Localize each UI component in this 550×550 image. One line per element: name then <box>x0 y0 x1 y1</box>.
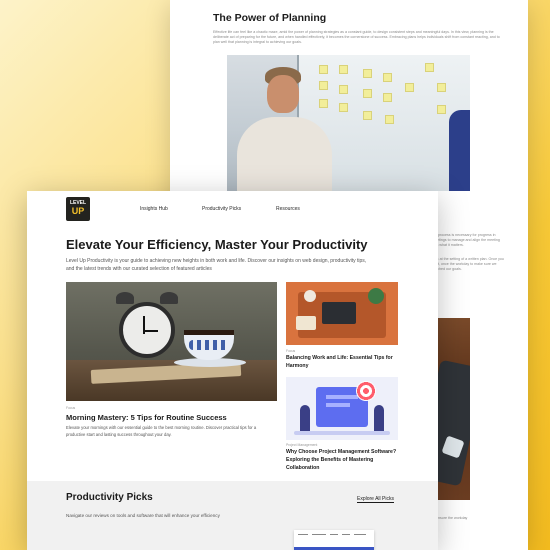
clock-bell <box>116 292 134 304</box>
picks-description: Navigate our reviews on tools and softwa… <box>66 513 220 518</box>
target-icon <box>356 381 376 401</box>
planning-photo <box>227 55 470 191</box>
side-article-title-1[interactable]: Balancing Work and Life: Essential Tips … <box>286 354 401 370</box>
clock-bell <box>160 292 178 304</box>
laptop-shape <box>438 359 470 487</box>
side-article-title-2[interactable]: Why Choose Project Management Software? … <box>286 448 401 472</box>
sticky-note <box>363 111 372 120</box>
nav-productivity-picks[interactable]: Productivity Picks <box>202 206 241 212</box>
featured-title[interactable]: Morning Mastery: 5 Tips for Routine Succ… <box>66 413 227 422</box>
side-article-category-2: Project Management <box>286 443 318 447</box>
person-figure <box>237 117 332 191</box>
sticky-note <box>363 69 372 78</box>
person-head <box>267 75 299 113</box>
sticky-note <box>339 103 348 112</box>
back-article-title: The Power of Planning <box>213 12 327 24</box>
laptop-photo <box>438 318 470 500</box>
person-figure <box>374 405 384 431</box>
cup-pattern <box>189 340 229 350</box>
mug-shape <box>304 290 316 302</box>
sticky-note <box>405 83 414 92</box>
preview-line <box>330 534 338 535</box>
explore-all-picks-link[interactable]: Explore All Picks <box>357 496 394 503</box>
clock-hand <box>144 330 158 332</box>
featured-description: Elevate your mornings with our essential… <box>66 425 257 437</box>
sticky-note <box>437 83 446 92</box>
plant-shape <box>368 288 384 304</box>
sticky-note <box>339 85 348 94</box>
side-article-image-2[interactable] <box>286 377 398 440</box>
back-side-text: to ensure the workday <box>432 516 468 520</box>
picks-title: Productivity Picks <box>66 492 153 503</box>
notebook-shape <box>296 316 316 330</box>
preview-line <box>298 534 308 535</box>
page-headline: Elevate Your Efficiency, Master Your Pro… <box>66 237 368 252</box>
pick-card-preview[interactable] <box>294 530 374 550</box>
sticky-note <box>363 89 372 98</box>
person-figure <box>300 405 310 431</box>
back-side-text: the process is necessary for progress in… <box>432 233 500 247</box>
side-article-image-1[interactable] <box>286 282 398 345</box>
level-up-logo[interactable]: LEVEL UP <box>66 197 90 221</box>
productivity-picks-section: Productivity Picks Explore All Picks Nav… <box>27 481 438 550</box>
logo-line-2: UP <box>71 206 85 216</box>
sticky-note <box>383 93 392 102</box>
sticky-note <box>319 99 328 108</box>
sticky-note <box>425 63 434 72</box>
second-person-figure <box>449 110 470 191</box>
featured-article-image[interactable] <box>66 282 277 401</box>
page-intro: Level Up Productivity is your guide to a… <box>66 258 367 272</box>
board-line <box>326 403 350 407</box>
sticky-note <box>385 115 394 124</box>
sticky-note <box>339 65 348 74</box>
sticky-note <box>383 73 392 82</box>
nav-insights-hub[interactable]: Insights Hub <box>140 206 168 212</box>
preview-line <box>312 534 326 535</box>
board-line <box>326 395 358 399</box>
back-article-intro: Effective life can feel like a chaotic m… <box>213 30 500 44</box>
laptop-shape <box>322 302 356 324</box>
preview-line <box>354 534 366 535</box>
side-article-category-1: Focus <box>286 349 296 353</box>
sticky-note <box>319 81 328 90</box>
sticky-note <box>437 105 446 114</box>
sticky-note <box>319 65 328 74</box>
preview-line <box>342 534 350 535</box>
ground-line <box>294 431 390 435</box>
featured-category: Focus <box>66 406 76 410</box>
front-home-page: LEVEL UP Insights Hub Productivity Picks… <box>27 191 438 550</box>
nav-resources[interactable]: Resources <box>276 206 300 212</box>
back-side-text: look at the setting of a written plan. O… <box>432 257 504 271</box>
